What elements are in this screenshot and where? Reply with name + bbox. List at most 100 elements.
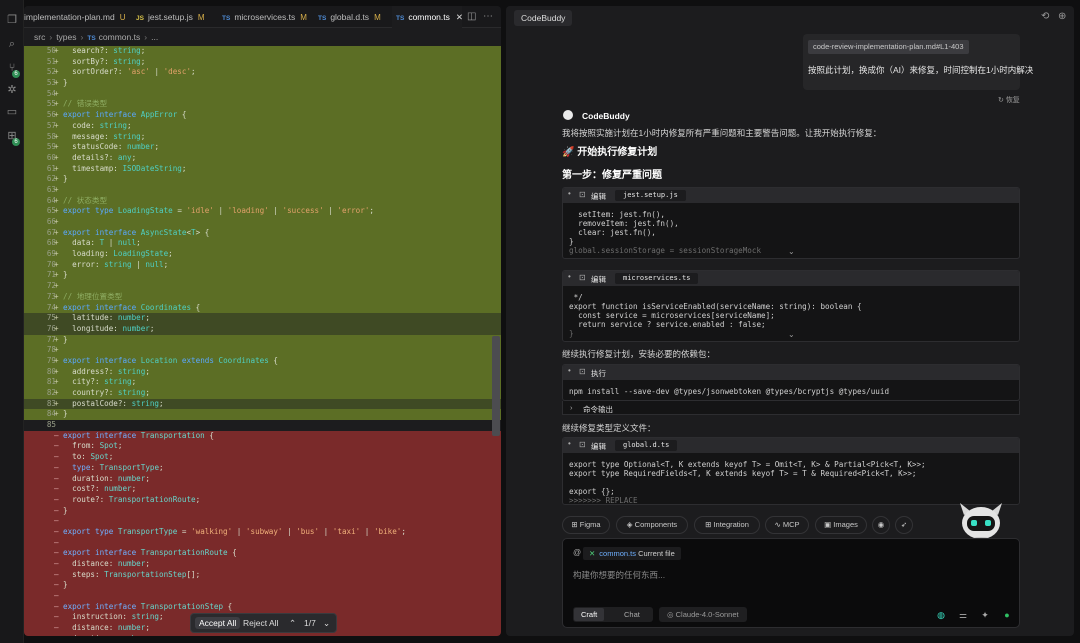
context-file-chip[interactable]: ✕ common.ts Current file [583, 547, 681, 560]
file-reference-chip[interactable]: code-review-implementation-plan.md#L1-40… [808, 40, 969, 54]
chat-input[interactable]: 构建你想要的任何东西... [573, 569, 665, 581]
card-file-chip[interactable]: jest.setup.js [615, 190, 686, 201]
history-icon[interactable]: ⟲ [1041, 11, 1049, 22]
line-number: 56 [46, 110, 56, 120]
line-number: 58 [46, 131, 56, 141]
code-text: search?: string; [63, 46, 146, 55]
tab-microservices[interactable]: TS microservices.ts M [218, 6, 316, 28]
code-text: timestamp: ISODateString; [63, 163, 187, 173]
diff-marker: + [54, 355, 59, 365]
panel-tab-codebuddy[interactable]: CodeBuddy [514, 10, 573, 26]
figma-button[interactable]: ⊞ Figma [562, 516, 610, 534]
code-line: const service = microservices[serviceNam… [569, 311, 775, 320]
breadcrumb-item[interactable]: src [34, 32, 45, 42]
bullet-icon: • [568, 189, 571, 198]
preview-button[interactable]: ◉ [872, 516, 890, 534]
rocket-button[interactable]: ➶ [895, 516, 913, 534]
code-diff-view[interactable]: 50 + search?: string; 51 + sortBy?: string;… [24, 46, 501, 636]
code-text: type: TransportType; [72, 462, 164, 472]
tab-implementation-plan[interactable]: implementation-plan.md U [24, 6, 132, 28]
card-header[interactable]: • ⊡ 编辑 jest.setup.js [563, 188, 1019, 203]
chevron-down-icon[interactable]: ⌄ [323, 617, 330, 629]
command-output-toggle[interactable]: › 命令输出 [562, 401, 1020, 415]
card-file-chip[interactable]: microservices.ts [615, 273, 699, 284]
images-button[interactable]: ▣ Images [815, 516, 867, 534]
breadcrumb-item[interactable]: ... [151, 32, 158, 42]
assistant-intro: 我将按照实施计划在1小时内修复所有严重问题和主要警告问题。让我开始执行修复： [562, 128, 882, 138]
mention-icon[interactable]: @ [573, 548, 581, 557]
send-icon[interactable]: ● [1001, 609, 1013, 621]
edit-card-global-d: • ⊡ 编辑 global.d.ts export type Optional<… [562, 437, 1020, 505]
mcp-button[interactable]: ∿ MCP [765, 516, 809, 534]
revert-label: 恢复 [1005, 97, 1020, 104]
tab-global-d[interactable]: TS global.d.ts M [314, 6, 392, 28]
mode-craft-button[interactable]: Craft [574, 608, 605, 621]
diff-marker: + [54, 409, 59, 419]
breadcrumb-item[interactable]: types [56, 32, 76, 42]
paragraph-install-deps: 继续执行修复计划，安装必要的依赖包： [562, 349, 716, 359]
image-icon: ▣ [824, 520, 834, 529]
model-selector[interactable]: ◎ Claude-4.0-Sonnet [659, 607, 747, 622]
accept-all-button[interactable]: Accept All [195, 617, 241, 629]
mode-chat-button[interactable]: Chat [617, 608, 647, 621]
tab-jest-setup[interactable]: JS jest.setup.js M [132, 6, 220, 28]
edit-icon: ⊡ [579, 190, 586, 199]
model-name: Claude-4.0-Sonnet [675, 610, 739, 619]
chevron-up-icon[interactable]: ⌃ [289, 617, 296, 629]
card-header[interactable]: • ⊡ 执行 [563, 365, 1019, 380]
card-action-label: 编辑 [591, 275, 606, 284]
mcp-icon: ∿ [774, 520, 783, 529]
expand-chevron-icon[interactable]: ⌄ [788, 247, 795, 256]
code-line: removeItem: jest.fn(), [569, 219, 679, 228]
tab-common-ts[interactable]: TS common.ts ✕ [392, 6, 463, 28]
scrollbar-thumb[interactable] [492, 336, 500, 436]
code-text: // 错误类型 [63, 99, 108, 109]
diff-marker: + [54, 398, 59, 408]
code-text: message: string; [63, 131, 146, 141]
diff-marker: + [54, 142, 59, 152]
settings-icon[interactable]: ⚌ [957, 609, 969, 621]
revert-button[interactable]: ↻ 恢复 [998, 95, 1020, 105]
reject-all-button[interactable]: Reject All [243, 617, 278, 629]
more-actions-icon[interactable]: ⋯ [483, 11, 493, 22]
chat-composer[interactable]: @ ✕ common.ts Current file 构建你想要的任何东西... … [562, 538, 1020, 628]
card-action-label: 编辑 [591, 192, 606, 201]
diff-marker: — [54, 430, 59, 440]
diff-marker: + [54, 131, 59, 141]
split-editor-icon[interactable]: ◫ [467, 11, 476, 22]
breadcrumb: src › types › TS common.ts ›... [34, 30, 158, 44]
explorer-icon[interactable]: ❐ [6, 14, 18, 26]
integration-button[interactable]: ⊞ Integration [694, 516, 760, 534]
js-file-icon: JS [136, 15, 144, 22]
diff-marker: — [54, 441, 59, 451]
ts-file-icon: TS [396, 15, 405, 22]
diff-marker: — [54, 623, 59, 633]
debug-icon[interactable]: ✲ [6, 84, 18, 96]
diff-marker: + [54, 259, 59, 269]
search-icon[interactable]: ⌕ [6, 38, 18, 50]
card-header[interactable]: • ⊡ 编辑 microservices.ts [563, 271, 1019, 286]
agent-icon[interactable]: ◍ [935, 609, 947, 621]
code-line: export function isServiceEnabled(service… [569, 302, 862, 311]
extensions-badge: 6 [12, 138, 20, 146]
card-code: npm install --save-dev @types/jsonwebtok… [563, 380, 1019, 400]
diff-marker: — [54, 537, 59, 547]
code-text: steps: TransportationStep[]; [63, 569, 201, 579]
remote-icon[interactable]: ▭ [6, 106, 18, 118]
new-chat-icon[interactable]: ⊕ [1058, 11, 1066, 22]
card-file-chip[interactable]: global.d.ts [615, 440, 678, 451]
sparkle-icon[interactable]: ✦ [979, 609, 991, 621]
codebuddy-avatar-icon [563, 110, 573, 120]
breadcrumb-item[interactable]: common.ts [99, 32, 141, 42]
close-icon[interactable]: ✕ [456, 12, 463, 22]
components-button[interactable]: ◈ Components [616, 516, 688, 534]
code-text: latitude: number; [63, 313, 150, 323]
diff-marker: + [54, 56, 59, 66]
diff-marker: — [54, 601, 59, 611]
card-header[interactable]: • ⊡ 编辑 global.d.ts [563, 438, 1019, 453]
remove-context-icon[interactable]: ✕ [589, 549, 595, 558]
code-text: duration: number; [63, 634, 150, 636]
diff-marker: — [54, 612, 59, 622]
expand-chevron-icon[interactable]: ⌄ [788, 330, 795, 339]
